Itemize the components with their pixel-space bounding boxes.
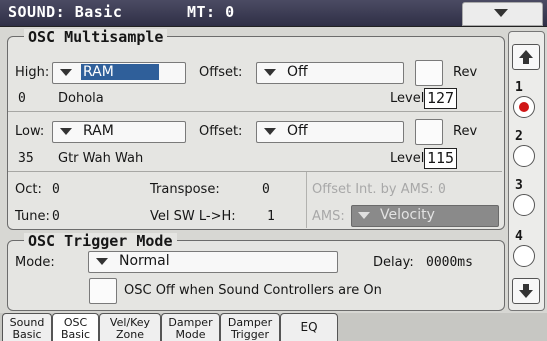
offset-int-ams-value: 0 — [438, 182, 446, 197]
low-offset-label: Offset: — [199, 124, 243, 139]
osc-off-label: OSC Off when Sound Controllers are On — [124, 283, 382, 298]
chevron-down-icon — [60, 69, 72, 76]
offset-int-ams-label: Offset Int. by AMS: — [312, 182, 434, 197]
rail-radio-3[interactable] — [513, 194, 535, 216]
tab-eq[interactable]: EQ — [280, 313, 338, 341]
divider — [306, 172, 307, 228]
tab-vel-key-zone[interactable]: Vel/Key Zone — [99, 313, 161, 341]
high-rev-checkbox[interactable] — [415, 60, 443, 86]
high-source-dropdown[interactable]: RAM — [52, 62, 186, 84]
tab-label: Trigger — [231, 328, 269, 341]
osc-multisample-title: OSC Multisample — [24, 29, 168, 45]
rail-number: 2 — [515, 129, 523, 144]
tab-label: Sound — [9, 316, 45, 329]
ams-dropdown: Velocity — [351, 205, 499, 227]
high-source-value: RAM — [81, 64, 159, 80]
divider — [8, 111, 502, 112]
scroll-down-button[interactable] — [512, 278, 540, 304]
tune-label: Tune: — [15, 209, 50, 224]
rail-number: 3 — [515, 178, 523, 193]
chevron-down-icon — [96, 258, 108, 265]
osc-off-checkbox[interactable] — [89, 278, 117, 304]
low-source-value: RAM — [83, 123, 114, 139]
high-rev-label: Rev — [453, 65, 478, 80]
mode-label: Mode: — [15, 255, 55, 270]
low-level-field[interactable]: 115 — [424, 148, 458, 169]
rail-radio-1[interactable] — [513, 96, 535, 118]
vel-sw-label: Vel SW L->H: — [150, 209, 236, 224]
scroll-up-button[interactable] — [512, 44, 540, 70]
tab-label: EQ — [300, 320, 318, 334]
high-offset-dropdown[interactable]: Off — [256, 62, 404, 84]
low-source-dropdown[interactable]: RAM — [52, 121, 186, 143]
page-scroll-rail — [508, 31, 545, 311]
mode-value: Normal — [119, 253, 170, 269]
chevron-down-icon — [264, 69, 276, 76]
tab-label: Vel/Key — [109, 316, 151, 329]
tab-label: Zone — [115, 328, 144, 341]
high-sample-number: 0 — [18, 91, 26, 106]
rail-radio-2[interactable] — [513, 145, 535, 167]
tab-label: OSC — [63, 316, 88, 329]
high-offset-value: Off — [287, 64, 308, 80]
rail-radio-4[interactable] — [513, 245, 535, 267]
tune-value[interactable]: 0 — [52, 209, 60, 225]
low-offset-value: Off — [287, 123, 308, 139]
chevron-down-icon — [264, 128, 276, 135]
tab-label: Basic — [60, 328, 91, 341]
vel-sw-value[interactable]: 1 — [267, 209, 275, 225]
mode-dropdown[interactable]: Normal — [88, 251, 338, 273]
tab-label: Basic — [12, 328, 42, 341]
low-offset-dropdown[interactable]: Off — [256, 121, 404, 143]
osc-trigger-title: OSC Trigger Mode — [24, 233, 177, 249]
high-sample-name: Dohola — [58, 91, 104, 106]
high-offset-label: Offset: — [199, 65, 243, 80]
rail-number: 4 — [515, 229, 523, 244]
low-rev-label: Rev — [453, 124, 478, 139]
arrow-up-icon — [519, 50, 533, 64]
low-rev-checkbox[interactable] — [415, 119, 443, 145]
rail-number: 1 — [515, 80, 523, 95]
oct-label: Oct: — [15, 182, 42, 197]
page-title: SOUND: Basic — [8, 3, 123, 21]
chevron-down-icon — [358, 212, 370, 219]
low-sample-name: Gtr Wah Wah — [58, 151, 144, 166]
ams-label: AMS: — [312, 209, 345, 224]
high-label: High: — [15, 65, 50, 80]
high-level-label: Level: — [390, 91, 429, 106]
delay-value[interactable]: 0000ms — [426, 255, 473, 271]
chevron-down-icon — [60, 128, 72, 135]
ams-value: Velocity — [380, 207, 435, 223]
high-level-field[interactable]: 127 — [424, 88, 458, 109]
tab-label: Damper — [227, 316, 273, 329]
tab-damper-trigger[interactable]: Damper Trigger — [220, 313, 280, 341]
multitimbral-indicator: MT: 0 — [187, 3, 235, 21]
menu-arrow-icon — [494, 9, 508, 17]
tab-sound-basic[interactable]: Sound Basic — [2, 313, 52, 341]
transpose-value[interactable]: 0 — [262, 182, 270, 198]
transpose-label: Transpose: — [150, 182, 220, 197]
arrow-down-icon — [519, 284, 533, 298]
low-label: Low: — [15, 124, 45, 139]
tab-label: Damper — [168, 316, 213, 329]
low-sample-number: 35 — [18, 151, 34, 166]
tab-damper-mode[interactable]: Damper Mode — [161, 313, 220, 341]
oct-value[interactable]: 0 — [52, 182, 60, 198]
delay-label: Delay: — [373, 255, 414, 270]
divider — [8, 171, 502, 172]
tab-label: Mode — [175, 328, 206, 341]
tab-osc-basic[interactable]: OSC Basic — [52, 313, 99, 341]
low-level-label: Level: — [390, 151, 429, 166]
